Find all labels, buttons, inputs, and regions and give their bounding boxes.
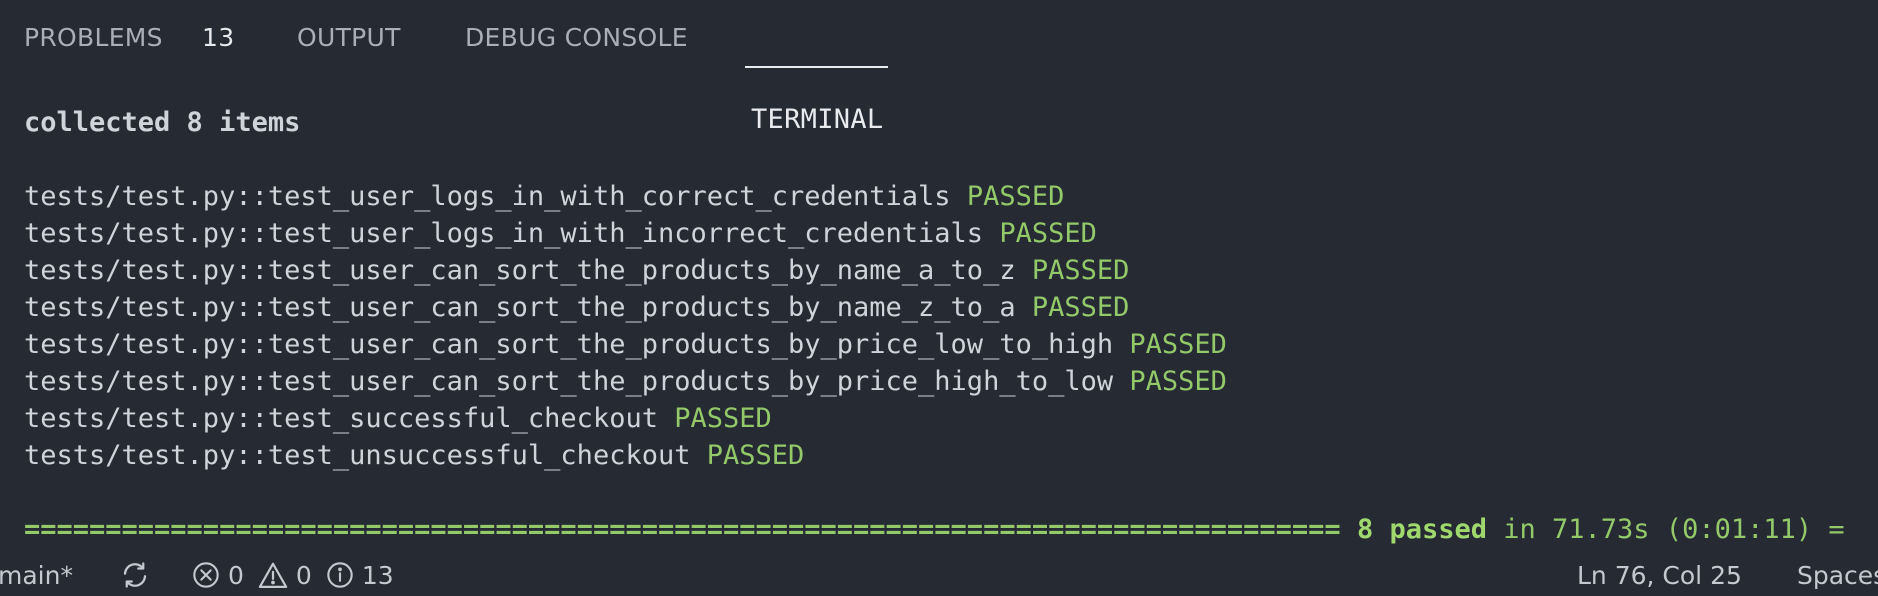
test-status: PASSED bbox=[706, 440, 805, 471]
test-name: tests/test.py::test_user_can_sort_the_pr… bbox=[24, 329, 1114, 360]
test-name: tests/test.py::test_unsuccessful_checkou… bbox=[24, 440, 691, 471]
info-count: 13 bbox=[361, 561, 394, 590]
error-count: 0 bbox=[228, 561, 244, 590]
tab-problems[interactable]: PROBLEMS 13 bbox=[24, 22, 234, 54]
tab-output[interactable]: OUTPUT bbox=[297, 22, 401, 54]
test-status: PASSED bbox=[966, 181, 1065, 212]
test-name: tests/test.py::test_user_can_sort_the_pr… bbox=[24, 255, 1016, 286]
panel-tab-bar: PROBLEMS 13 OUTPUT DEBUG CONSOLE TERMINA… bbox=[0, 0, 1878, 135]
warning-count: 0 bbox=[295, 561, 312, 590]
tab-label: OUTPUT bbox=[297, 23, 401, 52]
error-circle-icon bbox=[193, 562, 219, 588]
summary-duration: in 71.73s (0:01:11) = bbox=[1487, 514, 1845, 545]
test-status: PASSED bbox=[1031, 255, 1130, 286]
test-status: PASSED bbox=[1031, 292, 1130, 323]
terminal-header-line: collected 8 items bbox=[24, 107, 301, 138]
branch-name: main* bbox=[0, 561, 73, 590]
terminal-output[interactable]: collected 8 items tests/test.py::test_us… bbox=[0, 104, 1878, 552]
sync-icon bbox=[123, 562, 147, 588]
test-result-line: tests/test.py::test_user_can_sort_the_pr… bbox=[24, 326, 1227, 363]
git-branch-indicator[interactable]: main* bbox=[0, 555, 73, 596]
test-status: PASSED bbox=[1129, 329, 1227, 360]
status-bar: main* 0 0 13 Ln 76, Col 25 Spaces bbox=[0, 555, 1878, 596]
info-circle-icon bbox=[327, 562, 353, 588]
test-name: tests/test.py::test_user_logs_in_with_co… bbox=[24, 181, 951, 212]
test-result-line: tests/test.py::test_unsuccessful_checkou… bbox=[24, 437, 804, 474]
test-status: PASSED bbox=[999, 218, 1097, 249]
test-name: tests/test.py::test_user_logs_in_with_in… bbox=[24, 218, 984, 249]
cursor-position-label: Ln 76, Col 25 bbox=[1577, 561, 1742, 590]
test-result-line: tests/test.py::test_user_can_sort_the_pr… bbox=[24, 252, 1129, 289]
sync-button[interactable] bbox=[120, 555, 150, 596]
indentation-setting[interactable]: Spaces bbox=[1797, 555, 1878, 596]
warning-triangle-icon bbox=[258, 562, 288, 588]
indentation-label: Spaces bbox=[1797, 561, 1878, 590]
test-status: PASSED bbox=[1129, 366, 1227, 397]
problems-count-badge: 13 bbox=[202, 23, 235, 52]
test-result-line: tests/test.py::test_user_logs_in_with_co… bbox=[24, 178, 1064, 215]
test-summary-line: ========================================… bbox=[24, 511, 1845, 548]
test-name: tests/test.py::test_user_can_sort_the_pr… bbox=[24, 292, 1016, 323]
cursor-position[interactable]: Ln 76, Col 25 bbox=[1577, 555, 1742, 596]
test-status: PASSED bbox=[674, 403, 772, 434]
test-result-line: tests/test.py::test_user_can_sort_the_pr… bbox=[24, 289, 1129, 326]
summary-passed-count: 8 passed bbox=[1356, 514, 1487, 545]
summary-separator: ========================================… bbox=[24, 514, 1341, 545]
test-result-line: tests/test.py::test_user_can_sort_the_pr… bbox=[24, 363, 1227, 400]
tab-debug-console[interactable]: DEBUG CONSOLE bbox=[465, 22, 688, 54]
tab-label: DEBUG CONSOLE bbox=[465, 23, 688, 52]
tab-label: PROBLEMS bbox=[24, 23, 163, 52]
test-result-line: tests/test.py::test_successful_checkout … bbox=[24, 400, 772, 437]
test-name: tests/test.py::test_user_can_sort_the_pr… bbox=[24, 366, 1114, 397]
active-tab-indicator bbox=[745, 66, 888, 68]
test-result-line: tests/test.py::test_user_logs_in_with_in… bbox=[24, 215, 1097, 252]
test-name: tests/test.py::test_successful_checkout bbox=[24, 403, 658, 434]
problems-status[interactable]: 0 0 13 bbox=[192, 555, 408, 596]
